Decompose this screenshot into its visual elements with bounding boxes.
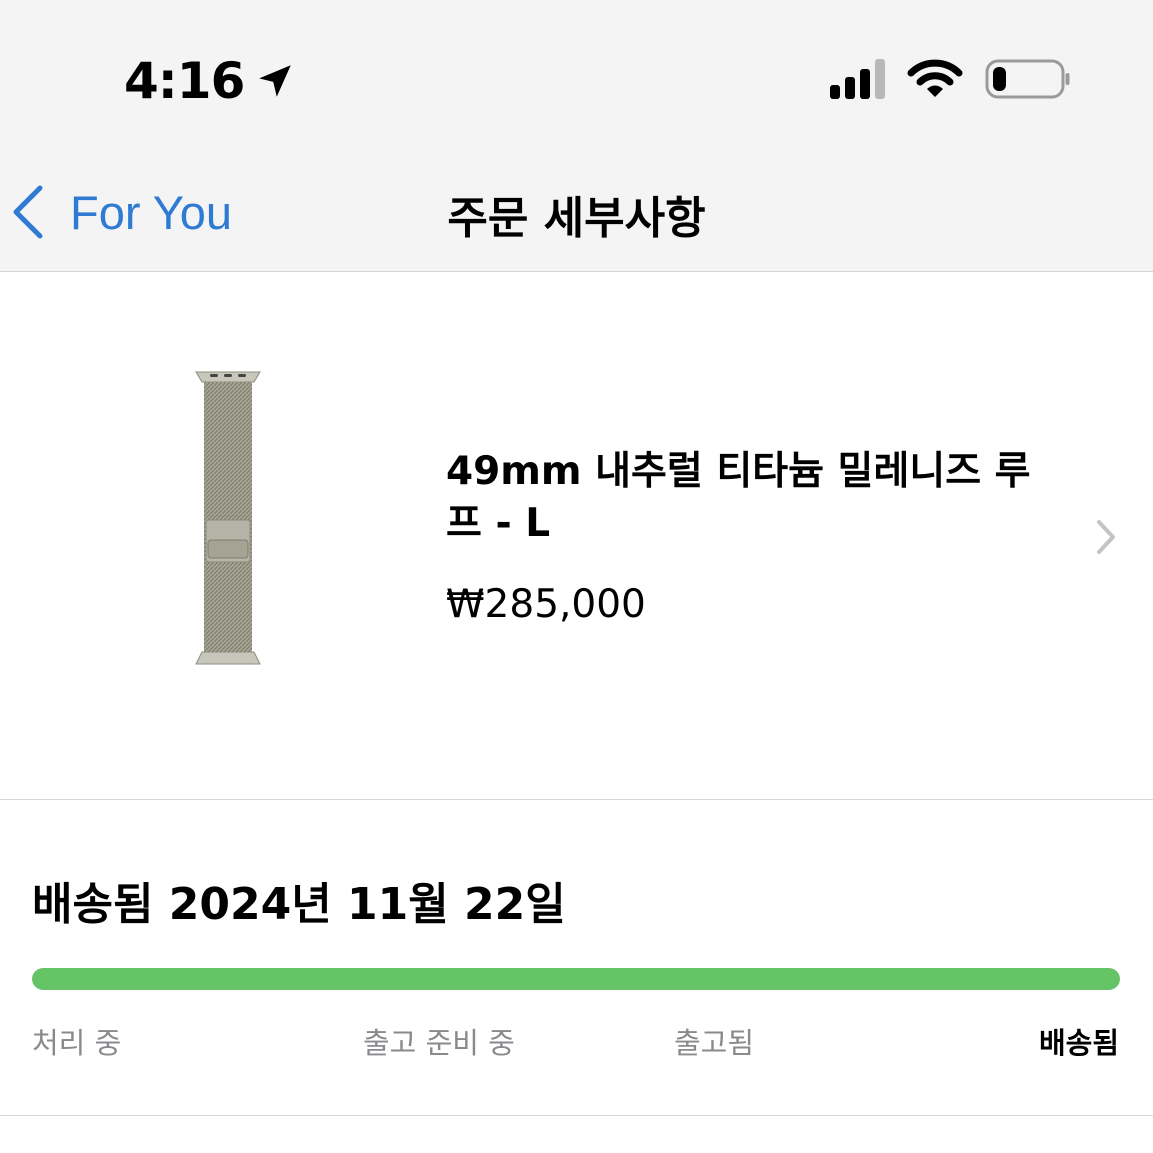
- wifi-icon: [907, 59, 963, 97]
- delivery-title: 배송됨 2024년 11월 22일: [32, 879, 566, 930]
- status-indicators: [830, 58, 1071, 100]
- location-arrow-icon: [259, 65, 292, 97]
- product-row[interactable]: 49mm 내추럴 티타늄 밀레니즈 루프 - L ₩285,000: [0, 272, 1153, 800]
- order-details-screen: 4:16 For You 주문 세부사항 49mm 내추럴 티타늄 밀레니즈 루…: [0, 0, 1153, 1153]
- step-preparing: 출고 준비 중: [363, 1026, 515, 1060]
- product-name: 49mm 내추럴 티타늄 밀레니즈 루프 - L: [446, 449, 1031, 546]
- step-processing: 처리 중: [32, 1026, 122, 1060]
- status-time: 4:16: [124, 52, 296, 110]
- cellular-signal-icon: [830, 59, 885, 99]
- page-title: 주문 세부사항: [447, 193, 706, 244]
- battery-icon: [985, 59, 1070, 99]
- chevron-right-icon: [1097, 520, 1115, 554]
- delivery-status-section: 배송됨 2024년 11월 22일 처리 중 출고 준비 중 출고됨 배송됨: [0, 800, 1153, 1116]
- step-delivered: 배송됨: [1038, 1026, 1119, 1060]
- delivery-progress-fill: [32, 968, 1120, 990]
- top-bar: 4:16 For You 주문 세부사항: [0, 0, 1153, 272]
- watch-band-image: [195, 371, 261, 665]
- time-label: 4:16: [124, 52, 245, 110]
- product-price: ₩285,000: [446, 582, 646, 627]
- step-shipped: 출고됨: [674, 1026, 755, 1060]
- delivery-progress-bar: [32, 968, 1120, 990]
